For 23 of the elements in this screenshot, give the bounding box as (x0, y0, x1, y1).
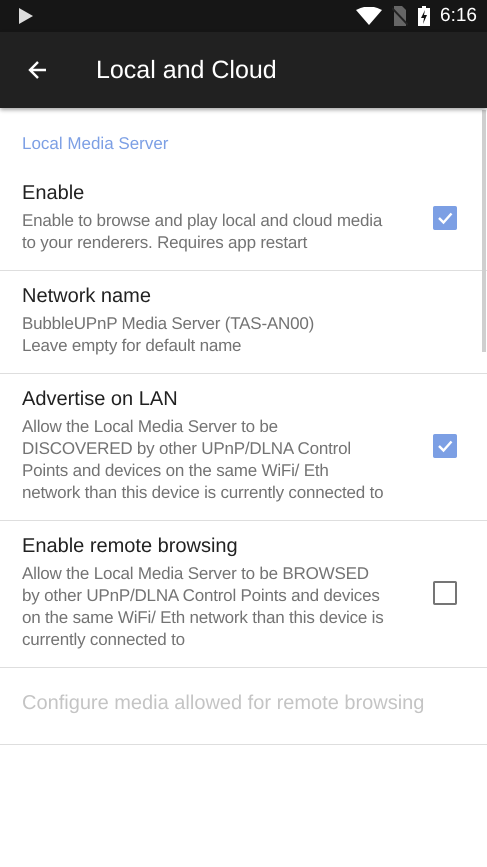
checkbox[interactable] (433, 434, 457, 458)
wifi-icon (356, 7, 382, 25)
status-time: 6:16 (440, 5, 477, 27)
category-header: Local Media Server (21, 133, 170, 155)
preference-summary: Enable to browse and play local and cloud media to your renderers. Requires app restart (22, 210, 384, 254)
preference-item[interactable]: Network name BubbleUPnP Media Server (TAS-AN00) Leave empty for default name (0, 271, 487, 374)
preference-item[interactable]: Advertise on LAN Allow the Local Media Server to be DISCOVERED by other UPnP/DLNA Control Points and devices on the same WiFi/ Eth network than this device is currently connected to (0, 374, 487, 521)
preference-summary: Allow the Local Media Server to be DISCOVERED by other UPnP/DLNA Control Points and devices on the same WiFi/ Eth network than this device is currently connected to (22, 416, 384, 504)
preference-summary: BubbleUPnP Media Server (TAS-AN00) Leave empty for default name (22, 313, 316, 357)
preference-title: Network name (22, 285, 152, 308)
battery-charging-icon (418, 6, 430, 26)
preference-item[interactable]: Enable Enable to browse and play local and cloud media to your renderers. Requires app restart (0, 168, 487, 271)
play-icon (18, 8, 34, 24)
preference-title: Configure media allowed for remote browsing (22, 692, 426, 715)
no-sim-icon (392, 6, 408, 26)
preference-title: Enable remote browsing (22, 535, 239, 558)
checkbox[interactable] (433, 581, 457, 605)
preference-item[interactable]: Enable remote browsing Allow the Local Media Server to be BROWSED by other UPnP/DLNA Control Points and devices on the same WiFi/ Eth network than this device is currently connected to (0, 521, 487, 668)
preference-summary: Allow the Local Media Server to be BROWSED by other UPnP/DLNA Control Points and devices on the same WiFi/ Eth network than this device is currently connected to (22, 563, 384, 651)
preference-title: Advertise on LAN (22, 388, 179, 411)
preference-title: Enable (22, 182, 86, 205)
checkbox[interactable] (433, 206, 457, 230)
screen-title: Local and Cloud (96, 56, 277, 84)
